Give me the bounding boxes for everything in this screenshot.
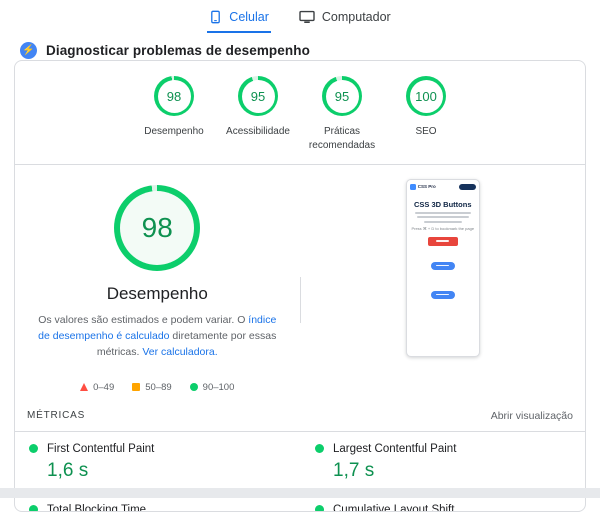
score-item-seo[interactable]: 100 SEO bbox=[386, 76, 466, 152]
performance-main-gauge: 98 bbox=[114, 185, 201, 271]
score-gauge-acessibilidade: 95 bbox=[238, 76, 278, 116]
performance-gauge-column: 98 Desempenho Os valores são estimados e… bbox=[15, 179, 300, 393]
metrics-section-title: MÉTRICAS bbox=[27, 410, 86, 422]
preview-site-logo bbox=[409, 183, 416, 190]
score-value: 95 bbox=[334, 88, 350, 104]
performance-overview: 98 Desempenho Os valores são estimados e… bbox=[15, 165, 585, 399]
score-label: Acessibilidade bbox=[226, 126, 290, 137]
report-card: 98 Desempenho 95 Acessibilidade 95 Práti… bbox=[14, 60, 586, 512]
metric-largest-contentful-paint: Largest Contentful Paint 1,7 s bbox=[313, 432, 573, 493]
tab-computador[interactable]: Computador bbox=[297, 3, 393, 33]
legend-label: 90–100 bbox=[202, 381, 235, 393]
metric-status-icon bbox=[29, 444, 38, 454]
score-summary-row: 98 Desempenho 95 Acessibilidade 95 Práti… bbox=[15, 61, 585, 165]
metric-name: Largest Contentful Paint bbox=[333, 442, 457, 455]
score-range-legend: 0–49 50–89 90–100 bbox=[80, 382, 234, 393]
score-item-praticas[interactable]: 95 Práticas recomendadas bbox=[302, 76, 382, 152]
preview-site-header: CSS Pro bbox=[407, 180, 479, 193]
metric-value: 1,7 s bbox=[333, 459, 375, 481]
score-gauge-desempenho: 98 bbox=[154, 76, 194, 116]
tab-celular[interactable]: Celular bbox=[207, 3, 271, 33]
score-value: 98 bbox=[166, 88, 182, 104]
score-item-acessibilidade[interactable]: 95 Acessibilidade bbox=[218, 76, 298, 152]
performance-gauge-title: Desempenho bbox=[106, 284, 208, 303]
metrics-header: MÉTRICAS Abrir visualização bbox=[15, 399, 585, 432]
preview-text-line bbox=[423, 220, 462, 223]
performance-score-value: 98 bbox=[141, 212, 173, 243]
score-item-desempenho[interactable]: 98 Desempenho bbox=[134, 76, 214, 152]
desktop-icon bbox=[299, 10, 315, 24]
tab-celular-label: Celular bbox=[229, 10, 269, 24]
page-title: Diagnosticar problemas de desempenho bbox=[46, 43, 310, 58]
score-label: SEO bbox=[415, 126, 437, 137]
legend-range-mid: 50–89 bbox=[132, 381, 172, 393]
metric-name: Total Blocking Time bbox=[47, 503, 147, 512]
legend-range-high: 90–100 bbox=[189, 381, 235, 393]
red-triangle-icon bbox=[80, 383, 89, 392]
open-visualization-link[interactable]: Abrir visualização bbox=[491, 410, 573, 422]
score-gauge-praticas: 95 bbox=[322, 76, 362, 116]
preview-site-brand: CSS Pro bbox=[417, 184, 436, 189]
score-value: 95 bbox=[250, 88, 266, 104]
orange-square-icon bbox=[132, 383, 141, 392]
performance-description: Os valores são estimados e podem variar.… bbox=[32, 313, 282, 360]
tab-computador-label: Computador bbox=[321, 10, 391, 24]
preview-blue-button-1 bbox=[430, 261, 455, 270]
metric-status-icon bbox=[29, 505, 38, 511]
score-value: 100 bbox=[415, 88, 437, 104]
preview-text-line bbox=[414, 211, 471, 214]
preview-bookmark-hint: Press ⌘ + D to bookmark the page bbox=[411, 225, 475, 231]
metric-first-contentful-paint: First Contentful Paint 1,6 s bbox=[27, 432, 287, 493]
preview-header-button bbox=[458, 183, 476, 190]
score-gauge-seo: 100 bbox=[406, 76, 446, 116]
page-preview-thumbnail[interactable]: CSS Pro CSS 3D Buttons Press ⌘ + D to bo… bbox=[405, 179, 480, 357]
legend-label: 0–49 bbox=[93, 381, 115, 393]
metric-name: Cumulative Layout Shift bbox=[333, 503, 455, 512]
metric-status-icon bbox=[315, 444, 324, 454]
score-label: Desempenho bbox=[144, 126, 204, 137]
legend-range-low: 0–49 bbox=[80, 382, 114, 393]
description-text: Os valores são estimados e podem variar.… bbox=[38, 314, 249, 326]
legend-label: 50–89 bbox=[145, 381, 172, 393]
metric-status-icon bbox=[315, 505, 324, 511]
page-preview-column: CSS Pro CSS 3D Buttons Press ⌘ + D to bo… bbox=[301, 179, 586, 393]
score-label: Práticas recomendadas bbox=[308, 126, 376, 151]
lightning-icon: ⚡ bbox=[20, 42, 37, 59]
mobile-icon bbox=[209, 10, 222, 24]
preview-red-button bbox=[427, 236, 458, 246]
page-cutoff-strip bbox=[0, 488, 600, 498]
metric-name: First Contentful Paint bbox=[47, 442, 155, 455]
preview-text-line bbox=[416, 216, 469, 218]
metric-value: 1,6 s bbox=[47, 459, 89, 481]
device-tabs: Celular Computador bbox=[0, 0, 600, 33]
metrics-grid: First Contentful Paint 1,6 s Largest Con… bbox=[15, 432, 585, 512]
preview-blue-button-2 bbox=[430, 290, 455, 299]
preview-page-title: CSS 3D Buttons bbox=[413, 200, 472, 209]
calculator-link[interactable]: Ver calculadora. bbox=[142, 346, 217, 358]
green-circle-icon bbox=[189, 383, 198, 392]
